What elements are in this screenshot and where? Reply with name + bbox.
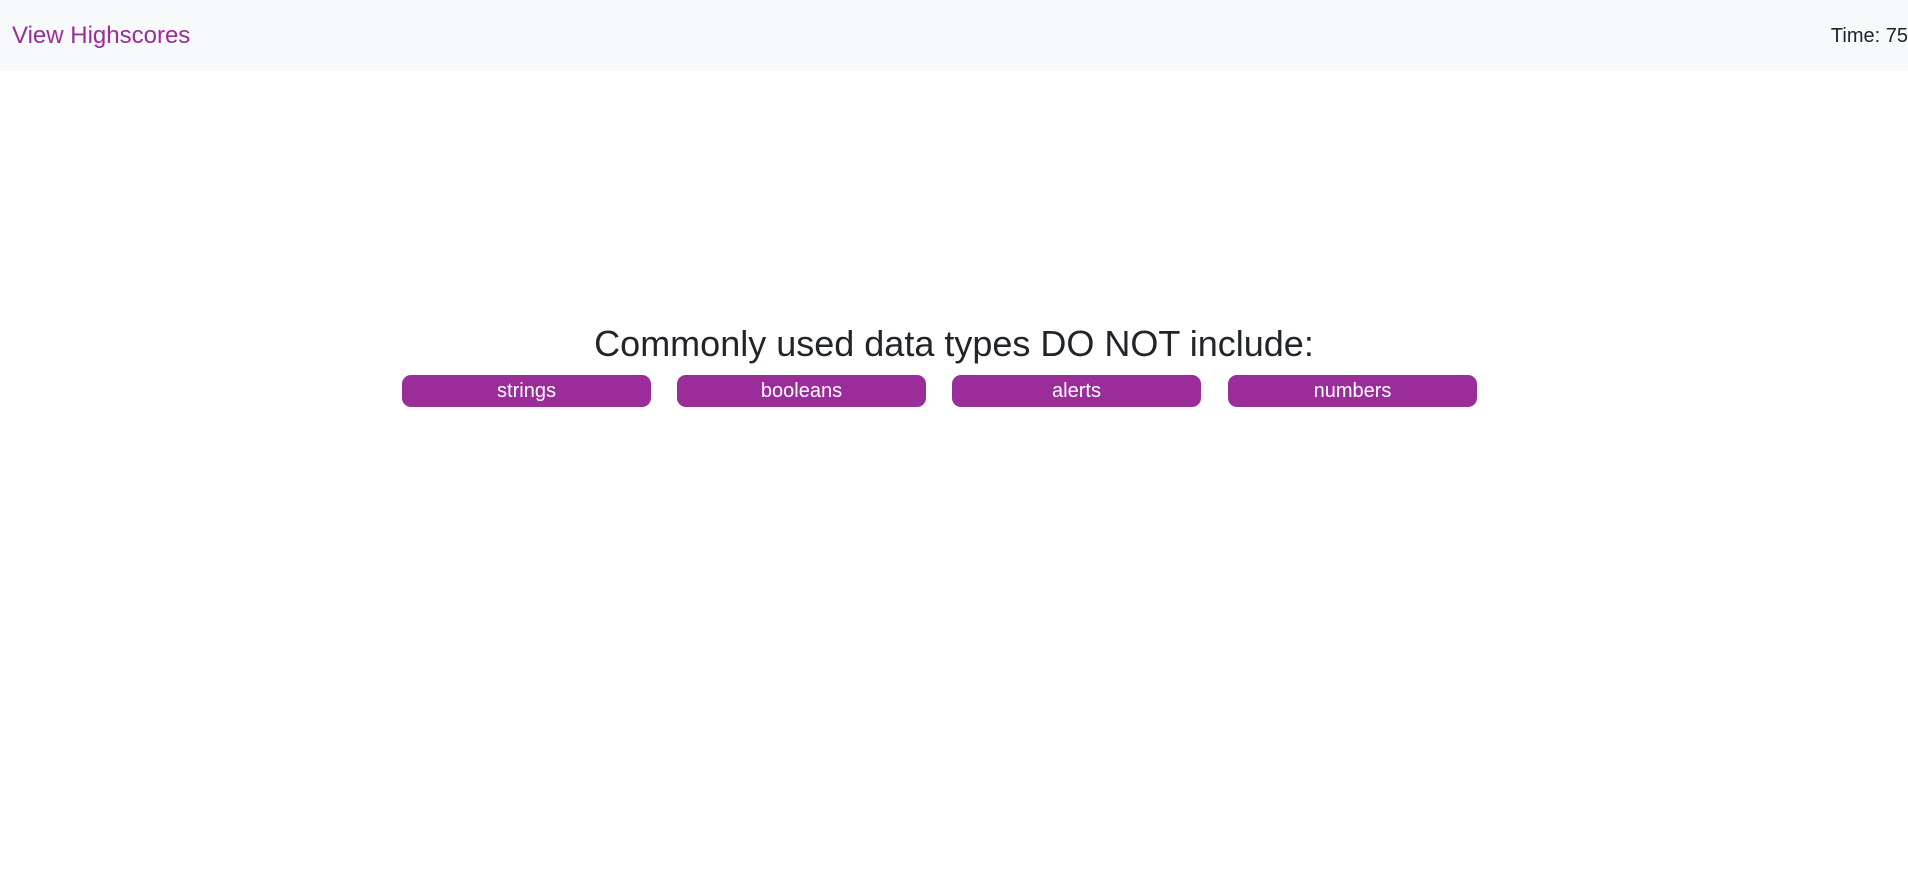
answer-button-numbers[interactable]: numbers bbox=[1228, 375, 1477, 407]
answer-button-booleans[interactable]: booleans bbox=[677, 375, 926, 407]
navbar: View Highscores Time: 75 bbox=[0, 0, 1908, 71]
answer-list: strings booleans alerts numbers bbox=[402, 375, 1478, 407]
view-highscores-link[interactable]: View Highscores bbox=[12, 20, 190, 52]
answer-button-strings[interactable]: strings bbox=[402, 375, 651, 407]
timer: Time: 75 bbox=[1831, 24, 1908, 48]
quiz-container: Commonly used data types DO NOT include: bbox=[0, 320, 1908, 368]
timer-label: Time: bbox=[1830, 25, 1886, 47]
timer-value: 75 bbox=[1885, 25, 1908, 47]
question-text: Commonly used data types DO NOT include: bbox=[594, 323, 1314, 364]
answer-button-alerts[interactable]: alerts bbox=[952, 375, 1201, 407]
